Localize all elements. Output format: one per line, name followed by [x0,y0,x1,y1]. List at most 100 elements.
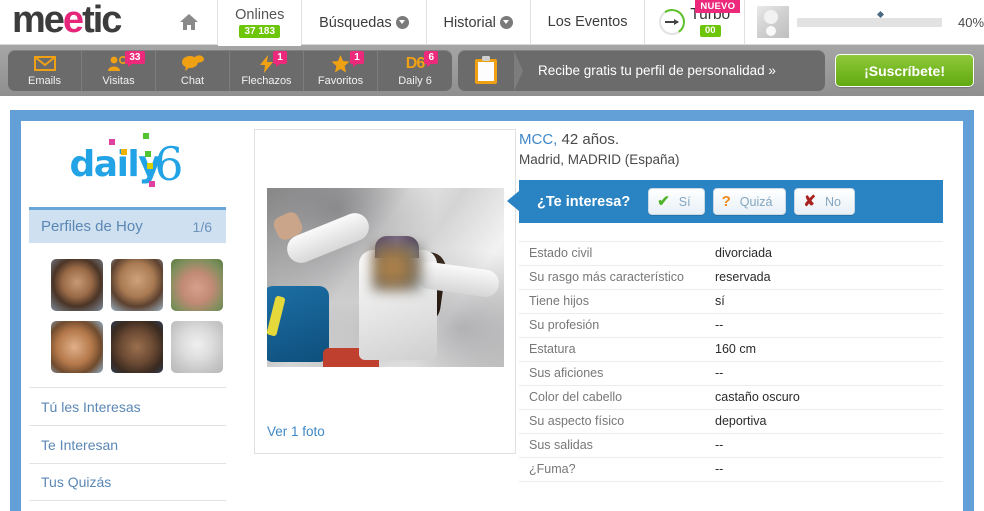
home-icon [178,12,200,32]
profile-name-line: MCC, 42 años. [519,131,943,148]
profile-thumbnail[interactable] [171,321,223,373]
spec-key: Estatura [529,342,576,356]
nuevo-badge: NUEVO [695,0,741,13]
spec-value: divorciada [715,246,772,260]
gauge-icon [659,9,686,35]
nav-item-los-eventos[interactable]: Los Eventos [531,0,645,45]
nav-item-historial[interactable]: Historial [426,0,529,45]
profile-thumbnail[interactable] [111,259,163,311]
spec-value: castaño oscuro [715,390,800,404]
perfiles-counter: 1/6 [192,218,212,235]
toolbar-item-daily6[interactable]: D6 6 Daily 6 [378,50,452,91]
toolbar-label: Flechazos [241,74,292,87]
blurred-face [371,245,422,291]
logo-dot [145,151,151,157]
table-row: Sus aficiones -- [519,362,943,386]
maybe-label: Quizá [739,194,773,209]
logo-dot [121,149,127,155]
page-body: daily 6 Perfiles de Hoy 1/6 Tú les Inter… [0,96,984,511]
perfiles-de-hoy-header: Perfiles de Hoy 1/6 [29,207,226,243]
logo-dot [143,133,149,139]
spec-key: Su aspecto físico [529,414,625,428]
content-columns: daily 6 Perfiles de Hoy 1/6 Tú les Inter… [21,121,963,511]
daily6-badge: 6 [424,50,439,67]
sidebar-item-tu-les-interesas[interactable]: Tú les Interesas [29,387,226,425]
sidebar-item-te-interesan[interactable]: Te Interesan [29,425,226,463]
toolbar-label: Emails [27,74,61,87]
toolbar-item-favoritos[interactable]: 1 Favoritos [304,50,378,91]
avatar[interactable] [756,6,789,38]
profile-completion-marker [877,10,885,18]
profile-thumbnail[interactable] [51,259,103,311]
toolbar-label: Chat [180,74,205,87]
yes-button[interactable]: ✔ Sí [648,188,705,215]
view-photos-link[interactable]: Ver 1 foto [267,424,325,439]
meetic-logo[interactable]: meetic [0,1,161,39]
content-frame: daily 6 Perfiles de Hoy 1/6 Tú les Inter… [10,110,974,511]
spec-key: Sus aficiones [529,366,604,380]
table-row: Su aspecto físico deportiva [519,410,943,434]
spec-key: Sus salidas [529,438,593,452]
promo-text: Recibe gratis tu perfil de personalidad … [538,63,776,78]
spec-key: Su profesión [529,318,600,332]
visitors-icon: 33 [107,50,145,73]
profile-photo[interactable] [266,188,504,367]
spec-value: 160 cm [715,342,756,356]
nav-item-busquedas[interactable]: Búsquedas [302,0,426,45]
profile-thumbnail[interactable] [171,259,223,311]
nav-item-onlines[interactable]: Onlines 37 183 [218,0,302,46]
lightning-bolt-icon: 1 [260,50,287,73]
chat-bubble-icon [181,55,205,73]
table-row: Su profesión -- [519,314,943,338]
table-row: Tiene hijos sí [519,290,943,314]
spec-value: sí [715,294,725,308]
spec-key: Su rasgo más característico [529,270,684,284]
nav-label: Historial [443,14,513,31]
top-header: meetic Onlines 37 183 Búsquedas Historia… [0,0,984,46]
profile-thumbnail[interactable] [51,321,103,373]
no-button[interactable]: ✘ No [794,188,855,215]
profile-thumbnail[interactable] [111,321,163,373]
toolbar-item-flechazos[interactable]: 1 Flechazos [230,50,304,91]
turbo-button[interactable]: Turbo 00 NUEVO [645,0,744,45]
visitas-badge: 33 [125,50,145,67]
check-icon: ✔ [657,193,670,210]
d6-glyph: D6 [405,54,425,72]
toolbar-label: Daily 6 [398,74,432,87]
toolbar-item-emails[interactable]: Emails [8,50,82,91]
spec-key: Estado civil [529,246,593,260]
profile-spec-table: Estado civil divorciada Su rasgo más carac… [519,241,943,482]
envelope-icon [33,55,56,73]
maybe-button[interactable]: ? Quizá [712,188,787,215]
chevron-down-icon [499,15,513,29]
table-row: ¿Fuma? -- [519,458,943,482]
profile-completion-pct: 40% [957,14,984,30]
flechazos-badge: 1 [273,50,287,67]
logo-dot [149,181,155,187]
promo-chevron-icon [514,50,528,91]
logo-text-1: me [12,0,65,41]
subscribe-button[interactable]: ¡Suscríbete! [835,54,974,87]
table-row: Estatura 160 cm [519,338,943,362]
no-label: No [825,194,841,209]
yes-label: Sí [678,194,691,209]
logo-text-3: tic [82,0,122,41]
favoritos-badge: 1 [350,50,364,67]
toolbar-label: Favoritos [317,74,364,87]
interest-question: ¿Te interesa? [537,193,631,210]
logo-dot [109,139,115,145]
chevron-down-icon [395,15,409,29]
sidebar-item-tus-quizas[interactable]: Tus Quizás [29,463,226,501]
user-profile-area[interactable]: 40% [745,6,984,38]
photo-card: Ver 1 foto [254,129,516,454]
profile-location: Madrid, MADRID (España) [519,152,680,167]
logo-dot [147,163,153,169]
nav-label: Onlines [235,6,285,23]
toolbar-item-visitas[interactable]: 33 Visitas [82,50,156,91]
logo-text-2: e [62,0,84,41]
promo-banner[interactable]: Recibe gratis tu perfil de personalidad … [458,50,826,91]
home-button[interactable] [161,0,217,45]
spec-key: ¿Fuma? [529,462,576,476]
toolbar-item-chat[interactable]: Chat [156,50,230,91]
profile-details: MCC, 42 años. Madrid, MADRID (España) ¿T… [497,121,963,511]
